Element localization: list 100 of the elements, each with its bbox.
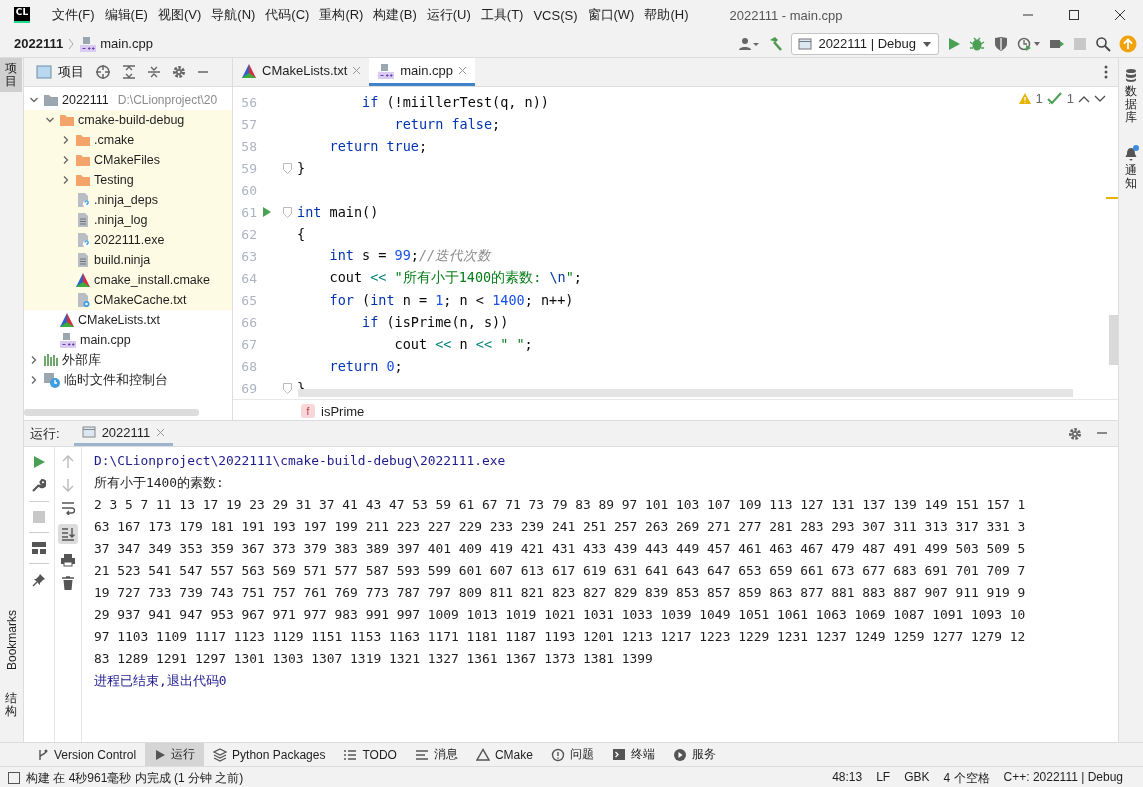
console-output: 83 1289 1291 1297 1301 1303 1307 1319 1321 1327 1361 1367 1373 1381 1399 — [94, 650, 654, 668]
editor-tab[interactable]: CMakeLists.txt — [233, 58, 370, 86]
tool-window-tab[interactable]: 数据库 — [1120, 64, 1142, 129]
status-item[interactable]: LF — [876, 769, 891, 787]
breadcrumb[interactable]: 2022111 — [14, 36, 64, 51]
tree-item[interactable]: cmake_install.cmake — [24, 270, 232, 290]
menu-item[interactable]: 帮助(H) — [639, 6, 694, 24]
menu-item[interactable]: 导航(N) — [206, 6, 261, 24]
code-line: for (int n = 1; n < 1400; n++) — [328, 292, 574, 308]
tool-window-button[interactable]: Version Control — [28, 743, 146, 766]
status-item[interactable]: 48:13 — [832, 769, 863, 787]
console-output: 所有小于1400的素数: — [94, 474, 225, 492]
locate-icon[interactable] — [95, 64, 111, 80]
tree-item[interactable]: Testing — [24, 170, 232, 190]
check-icon — [1046, 92, 1063, 105]
line-number: 66 — [240, 314, 257, 330]
tool-window-tab[interactable]: Bookmarks — [0, 605, 24, 674]
caret-icon — [922, 39, 932, 48]
tree-item[interactable]: build.ninja — [24, 250, 232, 270]
tool-window-button[interactable]: 问题 — [541, 743, 603, 766]
tool-window-button[interactable]: 消息 — [405, 743, 467, 766]
tree-item[interactable]: CMakeFiles — [24, 150, 232, 170]
panel-title[interactable]: 项目 — [58, 63, 84, 81]
tree-item[interactable]: cmake-build-debug — [24, 110, 232, 130]
search-icon[interactable] — [1095, 35, 1111, 52]
tool-window-button[interactable]: 服务 — [663, 743, 725, 766]
tree-item[interactable]: CMakeLists.txt — [24, 310, 232, 330]
tree-item[interactable]: 外部库 — [24, 350, 232, 370]
weak-warning-count[interactable]: 1 — [1066, 91, 1074, 106]
tool-window-tab[interactable]: 项目 — [0, 58, 22, 93]
checkbox-icon[interactable] — [8, 772, 20, 784]
trash-icon[interactable] — [62, 576, 74, 590]
warning-marker[interactable] — [1106, 197, 1118, 199]
print-icon[interactable] — [61, 553, 75, 567]
menu-item[interactable]: 代码(C) — [260, 6, 315, 24]
settings-icon[interactable] — [172, 65, 186, 79]
update-icon[interactable] — [1119, 34, 1137, 53]
warning-count[interactable]: 1 — [1035, 91, 1043, 106]
expand-all-icon[interactable] — [122, 65, 136, 79]
tool-window-button[interactable]: 运行 — [145, 743, 205, 766]
tool-window-button[interactable]: 终端 — [602, 743, 664, 766]
tree-item[interactable]: 临时文件和控制台 — [24, 370, 232, 390]
menu-item[interactable]: 窗口(W) — [582, 6, 640, 24]
code-line: if (isPrime(n, s)) — [361, 314, 509, 330]
more-icon[interactable] — [1104, 65, 1108, 79]
tree-item[interactable]: .cmake — [24, 130, 232, 150]
project-path: D:\CLionproject\20 — [117, 93, 218, 107]
editor-tab[interactable]: main.cpp — [369, 58, 475, 86]
menu-item[interactable]: 编辑(E) — [99, 6, 153, 24]
debug-icon[interactable] — [969, 35, 985, 52]
run-icon[interactable] — [947, 36, 961, 51]
menu-item[interactable]: 视图(V) — [152, 6, 207, 24]
tree-item[interactable]: .ninja_log — [24, 210, 232, 230]
breadcrumb[interactable]: isPrime — [321, 403, 365, 419]
run-tab[interactable]: 2022111 — [73, 421, 174, 446]
folder-icon — [43, 93, 59, 107]
tool-window-tab[interactable]: 通知 — [1120, 142, 1142, 194]
settings-icon[interactable] — [1068, 426, 1082, 441]
soft-wrap-icon[interactable] — [61, 501, 75, 515]
tree-item[interactable]: 2022111.exe — [24, 230, 232, 250]
menu-item[interactable]: 文件(F) — [47, 6, 100, 24]
scrollbar[interactable] — [298, 389, 1073, 397]
tool-window-button[interactable]: Python Packages — [204, 743, 335, 766]
run-icon[interactable] — [262, 206, 272, 218]
menu-item[interactable]: VCS(S) — [528, 7, 583, 23]
window-icon — [81, 426, 96, 438]
console-output: 97 1103 1109 1117 1123 1129 1151 1153 1163 1171 1181 1187 1193 1201 1213 1217 1223 1229 1231 1237 1249 1259 1277 1279 12 — [94, 628, 1026, 646]
pin-icon[interactable] — [32, 573, 46, 587]
profiler-icon[interactable] — [1017, 35, 1041, 52]
breadcrumb[interactable]: main.cpp — [100, 36, 153, 51]
maximize-icon[interactable] — [1068, 9, 1080, 21]
scrollbar[interactable] — [24, 409, 199, 416]
tree-item[interactable]: .ninja_deps — [24, 190, 232, 210]
tree-item[interactable]: CMakeCache.txt — [24, 290, 232, 310]
status-item[interactable]: C++: 2022111 | Debug — [1003, 769, 1123, 787]
tool-window-tab[interactable]: 结构 — [0, 687, 22, 722]
status-item[interactable]: GBK — [904, 769, 930, 787]
user-icon[interactable] — [739, 36, 760, 51]
run-icon[interactable] — [33, 455, 45, 469]
collapse-all-icon[interactable] — [147, 65, 161, 79]
tree-item[interactable]: 2022111 D:\CLionproject\20 — [24, 90, 232, 110]
layout-icon[interactable] — [32, 542, 46, 554]
menu-item[interactable]: 运行(U) — [421, 6, 476, 24]
menu-item[interactable]: 构建(B) — [368, 6, 422, 24]
menu-item[interactable]: 重构(R) — [314, 6, 369, 24]
wrench-icon[interactable] — [32, 478, 46, 492]
run-config-dropdown[interactable]: 2022111 | Debug — [791, 32, 939, 55]
warning-icon — [1017, 92, 1032, 105]
scroll-to-end-icon[interactable] — [61, 527, 75, 541]
tool-window-button[interactable]: TODO — [334, 743, 406, 766]
scrollbar[interactable] — [1109, 315, 1118, 365]
info-icon — [550, 747, 565, 762]
shield-icon[interactable] — [993, 35, 1009, 52]
tool-window-button[interactable]: CMake — [466, 743, 542, 766]
triangle-icon — [475, 748, 490, 761]
tree-item[interactable]: main.cpp — [24, 330, 232, 350]
menu-item[interactable]: 工具(T) — [475, 6, 529, 24]
status-item[interactable]: 4 个空格 — [943, 769, 990, 787]
close-icon[interactable] — [1114, 9, 1126, 21]
folder-icon — [75, 133, 91, 147]
